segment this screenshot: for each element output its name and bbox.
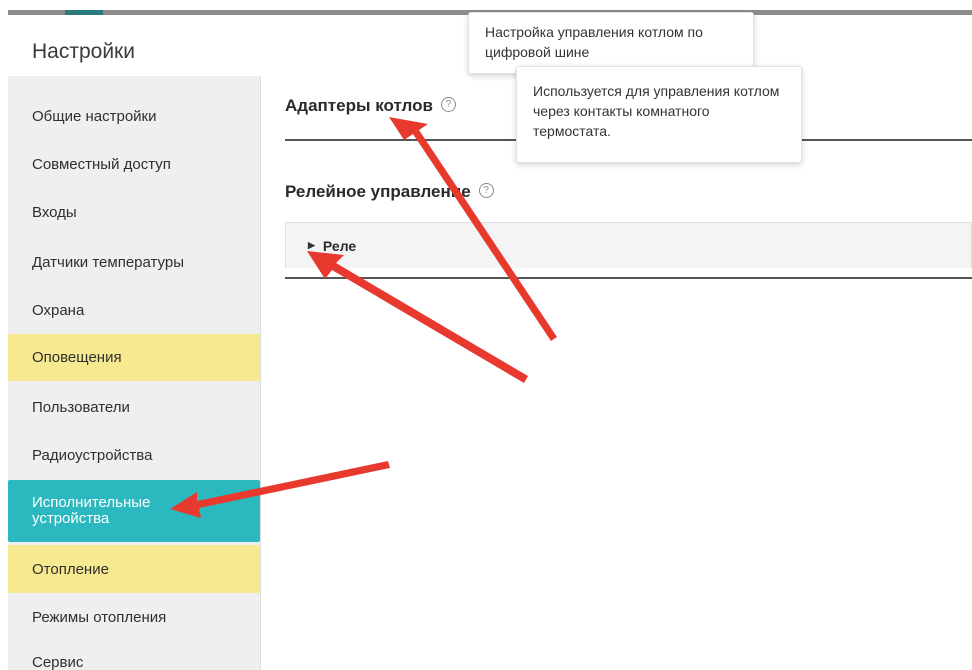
sidebar-item-shared-access[interactable]: Совместный доступ bbox=[8, 140, 260, 188]
sidebar-item-general-settings[interactable]: Общие настройки bbox=[8, 92, 260, 140]
tooltip-relay-control: Используется для управления котлом через… bbox=[516, 66, 802, 163]
sidebar-item-label: Датчики температуры bbox=[32, 253, 185, 271]
caret-right-icon: ▶ bbox=[308, 240, 315, 250]
sidebar-item-label: Отопление bbox=[32, 560, 109, 578]
relay-divider bbox=[285, 277, 972, 279]
sidebar-item-notifications[interactable]: Оповещения bbox=[8, 334, 260, 381]
sidebar-item-radio-devices[interactable]: Радиоустройства bbox=[8, 431, 260, 479]
sidebar-item-heating-modes[interactable]: Режимы отопления bbox=[8, 593, 260, 641]
tooltip-text: Используется для управления котлом через… bbox=[533, 83, 780, 139]
sidebar: Общие настройки Совместный доступ Входы … bbox=[8, 76, 261, 670]
help-circle-icon[interactable]: ? bbox=[440, 97, 456, 113]
sidebar-item-actuators[interactable]: Исполнительные устройства bbox=[8, 480, 260, 542]
settings-page: Настройки Общие настройки Совместный дос… bbox=[0, 0, 972, 670]
sidebar-item-label: Совместный доступ bbox=[32, 155, 171, 173]
boiler-adapters-title: Адаптеры котлов bbox=[285, 96, 433, 115]
sidebar-item-label: Сервис bbox=[32, 653, 84, 670]
sidebar-item-service[interactable]: Сервис bbox=[8, 642, 260, 670]
tooltip-text: Настройка управления котлом по цифровой … bbox=[485, 24, 703, 60]
sidebar-item-label: Оповещения bbox=[32, 349, 122, 366]
sidebar-item-label: Исполнительные устройства bbox=[32, 494, 151, 527]
sidebar-item-security[interactable]: Охрана bbox=[8, 286, 260, 334]
sidebar-item-label: Режимы отопления bbox=[32, 608, 167, 626]
sidebar-item-inputs[interactable]: Входы bbox=[8, 188, 260, 236]
sidebar-item-label: Пользователи bbox=[32, 398, 130, 416]
sidebar-item-label: Входы bbox=[32, 203, 77, 221]
sidebar-item-label: Общие настройки bbox=[32, 107, 157, 125]
tooltip-boiler-adapters: Настройка управления котлом по цифровой … bbox=[468, 12, 754, 74]
top-bar-accent bbox=[65, 10, 103, 15]
relay-control-heading: Релейное управление? bbox=[285, 182, 494, 202]
sidebar-item-temperature-sensors[interactable]: Датчики температуры bbox=[8, 238, 260, 286]
sidebar-item-label: Радиоустройства bbox=[32, 446, 153, 464]
sidebar-item-label: Охрана bbox=[32, 301, 85, 319]
relay-accordion-label: Реле bbox=[322, 237, 357, 254]
boiler-adapters-heading: Адаптеры котлов? bbox=[285, 96, 456, 116]
main-content: Адаптеры котлов? Релейное управление? ▶ … bbox=[261, 76, 972, 670]
page-title: Настройки bbox=[32, 40, 135, 63]
relay-accordion-header[interactable]: ▶ Реле bbox=[285, 222, 972, 268]
help-circle-icon[interactable]: ? bbox=[478, 183, 494, 199]
sidebar-item-heating[interactable]: Отопление bbox=[8, 545, 260, 593]
relay-control-title: Релейное управление bbox=[285, 182, 471, 201]
sidebar-item-users[interactable]: Пользователи bbox=[8, 383, 260, 431]
